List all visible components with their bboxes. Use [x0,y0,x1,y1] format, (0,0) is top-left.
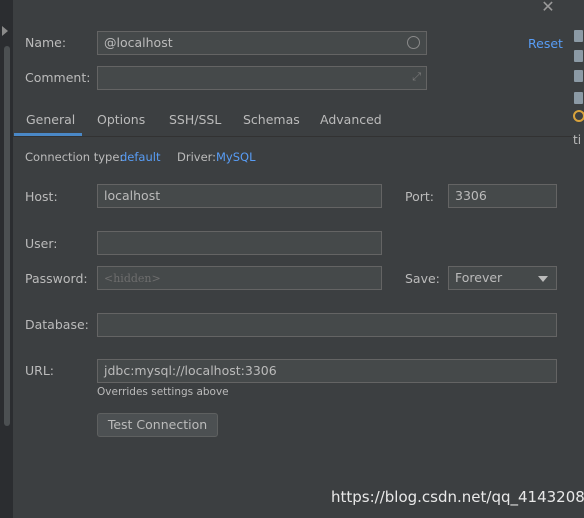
url-input[interactable]: jdbc:mysql://localhost:3306 [97,359,557,383]
left-gutter [0,0,13,518]
database-icon[interactable] [574,70,583,82]
tab-schemas[interactable]: Schemas [243,112,300,127]
password-placeholder: <hidden> [104,272,161,285]
database-icon[interactable] [574,92,583,104]
connection-type-label: Connection type: [25,150,124,164]
test-connection-button[interactable]: Test Connection [97,413,218,437]
comment-label: Comment: [25,70,91,85]
key-icon[interactable] [573,110,584,122]
port-input[interactable]: 3306 [448,184,557,208]
watermark-text: https://blog.csdn.net/qq_41432081 [331,488,584,506]
host-input[interactable]: localhost [97,184,382,208]
driver-link[interactable]: MySQL [216,150,256,164]
user-input[interactable] [97,231,382,255]
tabs-divider [13,136,572,137]
dropdown-arrow-icon [538,276,548,282]
database-icon[interactable] [574,30,583,42]
user-label: User: [25,236,58,251]
name-label: Name: [25,35,67,50]
driver-label: Driver: [177,150,217,164]
name-input[interactable]: @localhost [97,31,427,55]
save-label: Save: [405,271,440,286]
comment-input[interactable]: ⤢ [97,66,427,90]
expand-arrow-icon[interactable] [2,26,8,36]
url-label: URL: [25,363,55,378]
port-label: Port: [405,189,434,204]
url-hint: Overrides settings above [97,386,229,398]
tab-ssh-ssl[interactable]: SSH/SSL [169,112,221,127]
right-tool-strip: ti [572,0,584,518]
close-icon[interactable]: ✕ [538,0,558,16]
save-select[interactable]: Forever [448,266,557,290]
reset-link[interactable]: Reset [528,36,563,51]
expand-icon[interactable]: ⤢ [412,71,421,83]
tab-advanced[interactable]: Advanced [320,112,382,127]
save-select-value: Forever [455,270,503,285]
database-icon[interactable] [574,50,583,62]
color-circle-icon[interactable] [407,36,420,49]
connection-type-link[interactable]: default [120,150,160,164]
tab-general[interactable]: General [26,112,75,127]
partial-label: ti [573,133,582,147]
host-label: Host: [25,189,58,204]
tab-options[interactable]: Options [97,112,145,127]
database-input[interactable] [97,313,557,337]
password-label: Password: [25,271,88,286]
scrollbar[interactable] [4,46,10,426]
password-input[interactable]: <hidden> [97,266,382,290]
database-label: Database: [25,317,89,332]
name-value: @localhost [104,35,173,50]
